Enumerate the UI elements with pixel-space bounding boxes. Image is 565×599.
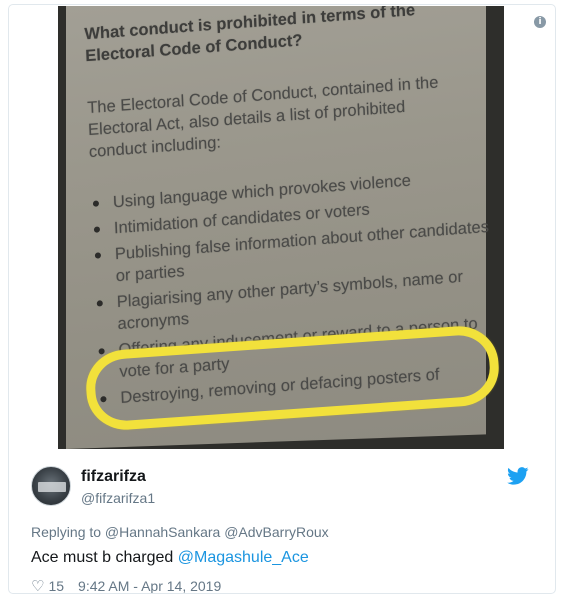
- heart-icon[interactable]: ♡: [31, 577, 44, 593]
- replying-to-line[interactable]: Replying to @HannahSankara @AdvBarryRoux: [31, 524, 329, 540]
- avatar[interactable]: [31, 466, 71, 506]
- tweet-timestamp[interactable]: 9:42 AM - Apr 14, 2019: [78, 578, 221, 593]
- bullet-icon: [96, 300, 103, 307]
- author-name[interactable]: fifzarifza: [81, 468, 146, 486]
- tweet-text: Ace must b charged @Magashule_Ace: [31, 549, 309, 567]
- tweet-photo[interactable]: What conduct is prohibited in terms of t…: [58, 6, 504, 449]
- tweet-text-main: Ace must b charged: [31, 549, 178, 566]
- tweet-meta: ♡ 15 9:42 AM - Apr 14, 2019: [31, 577, 221, 593]
- photo-heading: What conduct is prohibited in terms of t…: [84, 6, 416, 66]
- bullet-icon: [92, 200, 100, 207]
- bullet-icon: [94, 252, 102, 259]
- author-handle[interactable]: @fifzarifza1: [81, 490, 155, 506]
- twitter-bird-icon[interactable]: [507, 467, 529, 485]
- mention-link[interactable]: @Magashule_Ace: [178, 549, 309, 566]
- embedded-tweet-card[interactable]: i What conduct is prohibited in terms of…: [8, 4, 556, 594]
- bullet-icon: [98, 348, 105, 355]
- photo-paragraph: The Electoral Code of Conduct, contained…: [86, 73, 439, 162]
- bullet-icon: [93, 226, 101, 233]
- info-icon[interactable]: i: [534, 16, 546, 28]
- like-count[interactable]: 15: [48, 578, 64, 593]
